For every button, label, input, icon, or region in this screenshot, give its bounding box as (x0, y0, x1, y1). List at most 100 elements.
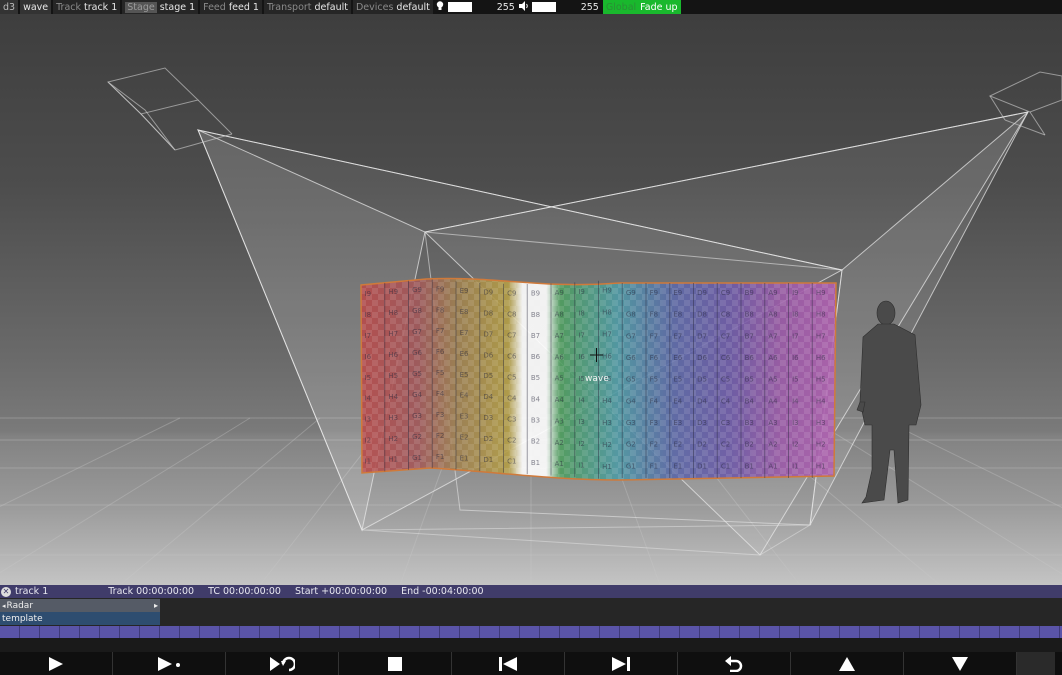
layer-template-label: template (2, 613, 43, 624)
panel-label: A6 (768, 354, 778, 362)
loop-button[interactable] (226, 652, 339, 675)
layer-radar[interactable]: ◂ Radar ▸ (0, 599, 160, 612)
return-icon (725, 655, 743, 672)
panel-label: A6 (555, 353, 565, 361)
speaker-icon (518, 0, 529, 14)
panel-label: F3 (650, 419, 658, 427)
panel-label: D7 (697, 332, 707, 340)
volume-slider[interactable] (531, 2, 556, 12)
loop-icon (270, 656, 295, 671)
transport-extra-button[interactable] (1017, 652, 1055, 675)
stop-button[interactable] (339, 652, 452, 675)
panel-label: C1 (721, 462, 730, 470)
panel-label: I7 (365, 332, 372, 340)
panel-label: H4 (602, 397, 612, 405)
panel-label: C9 (721, 289, 730, 297)
panel-label: F6 (436, 348, 445, 356)
transport-selector[interactable]: Transport default (263, 0, 351, 14)
panel-label: I5 (365, 374, 372, 382)
panel-label: D7 (483, 330, 493, 338)
brightness-slider[interactable] (447, 2, 472, 12)
panel-label: E7 (460, 329, 469, 337)
panel-label: F1 (650, 462, 658, 470)
panel-label: G2 (412, 433, 422, 441)
panel-label: C9 (507, 289, 516, 297)
panel-label: A8 (555, 311, 564, 319)
panel-label: G6 (412, 349, 422, 357)
lightbulb-icon (435, 0, 445, 14)
panel-label: H9 (602, 287, 612, 295)
panel-label: G7 (412, 328, 422, 336)
play-button[interactable] (0, 652, 113, 675)
panel-label: E9 (673, 289, 682, 297)
panel-label: B1 (531, 459, 540, 467)
panel-label: H9 (816, 289, 826, 297)
panel-label: C3 (507, 415, 516, 423)
panel-label: G8 (412, 307, 422, 315)
next-section-button[interactable] (565, 652, 678, 675)
panel-label: D9 (697, 289, 707, 297)
panel-label: A2 (768, 441, 777, 449)
project-menu-button[interactable]: wave (20, 0, 52, 14)
previous-icon (499, 656, 517, 671)
panel-label: D1 (483, 456, 493, 464)
timeline-gap (0, 638, 1062, 652)
panel-label: F2 (436, 432, 444, 440)
panel-label: I7 (578, 331, 585, 339)
panel-label: F5 (650, 376, 658, 384)
panel-label: I4 (365, 395, 372, 403)
panel-label: A2 (555, 439, 564, 447)
panel-label: B9 (745, 289, 754, 297)
panel-label: B7 (745, 332, 754, 340)
stage-3d-viewport[interactable]: I9 I8 I7 I6 I5 I4 I3 I2 I1 H9 H8 H7 H6 H5 H4 H3 H2 H1 G9 G8… (0, 14, 1062, 585)
panel-label: F9 (436, 285, 444, 293)
panel-label: G6 (626, 354, 636, 362)
app-menu-button[interactable]: d3 (0, 0, 19, 14)
timeline-track-bar[interactable] (0, 626, 1062, 638)
panel-label: G4 (412, 391, 422, 399)
panel-label: A7 (768, 332, 777, 340)
panel-label: I2 (365, 437, 372, 445)
fade-up-button[interactable]: Global Fade up (602, 0, 681, 14)
panel-label: E4 (673, 397, 682, 405)
layer-template[interactable]: template (0, 612, 160, 625)
panel-label: I5 (792, 376, 799, 384)
panel-label: E1 (673, 462, 682, 470)
panel-label: E8 (460, 308, 469, 316)
close-icon[interactable]: ✕ (1, 586, 11, 597)
panel-label: I6 (792, 354, 799, 362)
panel-label: H2 (602, 441, 612, 449)
panel-label: D3 (697, 419, 707, 427)
stage-value: stage 1 (159, 1, 196, 13)
panel-label: C8 (507, 310, 516, 318)
feed-selector[interactable]: Feed feed 1 (200, 0, 262, 14)
panel-label: B2 (531, 438, 540, 446)
panel-label: D8 (483, 309, 493, 317)
panel-label: E4 (460, 392, 469, 400)
layer-radar-label: Radar (6, 600, 34, 611)
panel-label: I8 (365, 311, 372, 319)
panel-label: B4 (745, 397, 755, 405)
down-button[interactable] (904, 652, 1017, 675)
expand-arrow-icon[interactable]: ▸ (154, 601, 158, 610)
panel-label: D6 (697, 354, 707, 362)
timeline-header: ✕ track 1 Track 00:00:00:00 TC 00:00:00:… (0, 585, 1062, 598)
panel-label: B6 (745, 354, 755, 362)
stage-scene: I9 I8 I7 I6 I5 I4 I3 I2 I1 H9 H8 H7 H6 H5 H4 H3 H2 H1 G9 G8… (0, 67, 1062, 585)
transport-key: Transport (266, 1, 312, 13)
panel-label: H6 (388, 351, 398, 359)
panel-label: F9 (650, 289, 658, 297)
play-to-end-button[interactable] (113, 652, 226, 675)
panel-label: C2 (721, 441, 730, 449)
return-button[interactable] (678, 652, 791, 675)
panel-label: I3 (578, 418, 585, 426)
devices-selector[interactable]: Devices default (352, 0, 433, 14)
track-selector[interactable]: Track track 1 (53, 0, 121, 14)
panel-label: C4 (721, 397, 731, 405)
panel-label: A9 (768, 289, 777, 297)
up-button[interactable] (791, 652, 904, 675)
fade-label: Fade up (640, 1, 678, 13)
panel-label: E1 (460, 454, 469, 462)
stage-selector[interactable]: Stage stage 1 (122, 0, 199, 14)
previous-section-button[interactable] (452, 652, 565, 675)
